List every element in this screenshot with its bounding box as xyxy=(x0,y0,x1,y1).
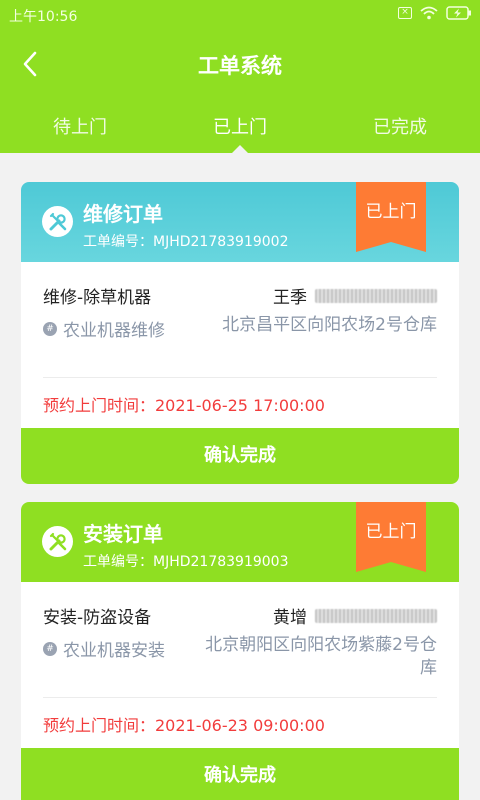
service-name: 维修-除草机器 xyxy=(43,288,152,308)
category-label: 农业机器维修 xyxy=(63,321,165,341)
tab-completed[interactable]: 已完成 xyxy=(320,113,480,139)
contact-name: 黄增 xyxy=(273,608,307,628)
order-number: 工单编号：MJHD21783919003 xyxy=(83,554,289,570)
phone-number-redacted xyxy=(315,288,437,303)
order-card-header: 安装订单 工单编号：MJHD21783919003 已上门 xyxy=(21,502,459,582)
contact-info: 黄增 xyxy=(273,603,437,628)
service-name: 安装-防盗设备 xyxy=(43,608,152,628)
confirm-complete-button[interactable]: 确认完成 xyxy=(21,748,459,800)
status-time: 上午10:56 xyxy=(9,9,78,25)
order-card: 安装订单 工单编号：MJHD21783919003 已上门 安装-防盗设备 黄增… xyxy=(21,502,459,800)
battery-charging-icon xyxy=(446,6,472,20)
confirm-complete-button[interactable]: 确认完成 xyxy=(21,428,459,484)
divider xyxy=(43,697,437,698)
page-title: 工单系统 xyxy=(198,54,282,78)
status-bar: 上午10:56 × xyxy=(0,0,480,30)
service-category: # 农业机器安装 xyxy=(43,636,165,661)
status-badge: 已上门 xyxy=(356,182,426,252)
sim-off-icon: × xyxy=(398,7,412,19)
wrench-screwdriver-icon xyxy=(42,206,73,237)
app-header: 上午10:56 × 工单系统 待上门 已上门 已完成 xyxy=(0,0,480,153)
contact-info: 王季 xyxy=(273,283,437,308)
appointment-time: 预约上门时间：2021-06-23 09:00:00 xyxy=(43,716,325,735)
order-number: 工单编号：MJHD21783919002 xyxy=(83,234,289,250)
tab-pending[interactable]: 待上门 xyxy=(0,113,160,139)
nav-bar: 工单系统 xyxy=(0,30,480,98)
phone-number-redacted xyxy=(315,608,437,623)
status-badge: 已上门 xyxy=(356,502,426,572)
appointment-time: 预约上门时间：2021-06-25 17:00:00 xyxy=(43,396,325,415)
tag-icon: # xyxy=(43,641,57,656)
order-card-header: 维修订单 工单编号：MJHD21783919002 已上门 xyxy=(21,182,459,262)
tag-icon: # xyxy=(43,321,57,336)
active-tab-indicator xyxy=(232,145,248,153)
divider xyxy=(43,377,437,378)
order-card: 维修订单 工单编号：MJHD21783919002 已上门 维修-除草机器 王季… xyxy=(21,182,459,484)
category-label: 农业机器安装 xyxy=(63,641,165,661)
order-type-title: 维修订单 xyxy=(83,202,163,226)
wrench-screwdriver-icon xyxy=(42,526,73,557)
service-address: 北京昌平区向阳农场2号仓库 xyxy=(222,315,437,335)
contact-name: 王季 xyxy=(273,288,307,308)
wifi-icon xyxy=(420,6,438,20)
service-category: # 农业机器维修 xyxy=(43,316,165,341)
tab-visited[interactable]: 已上门 xyxy=(160,113,320,139)
tab-bar: 待上门 已上门 已完成 xyxy=(0,103,480,153)
status-icons: × xyxy=(398,6,472,20)
order-type-title: 安装订单 xyxy=(83,522,163,546)
service-address: 北京朝阳区向阳农场紫藤2号仓库 xyxy=(205,635,437,678)
